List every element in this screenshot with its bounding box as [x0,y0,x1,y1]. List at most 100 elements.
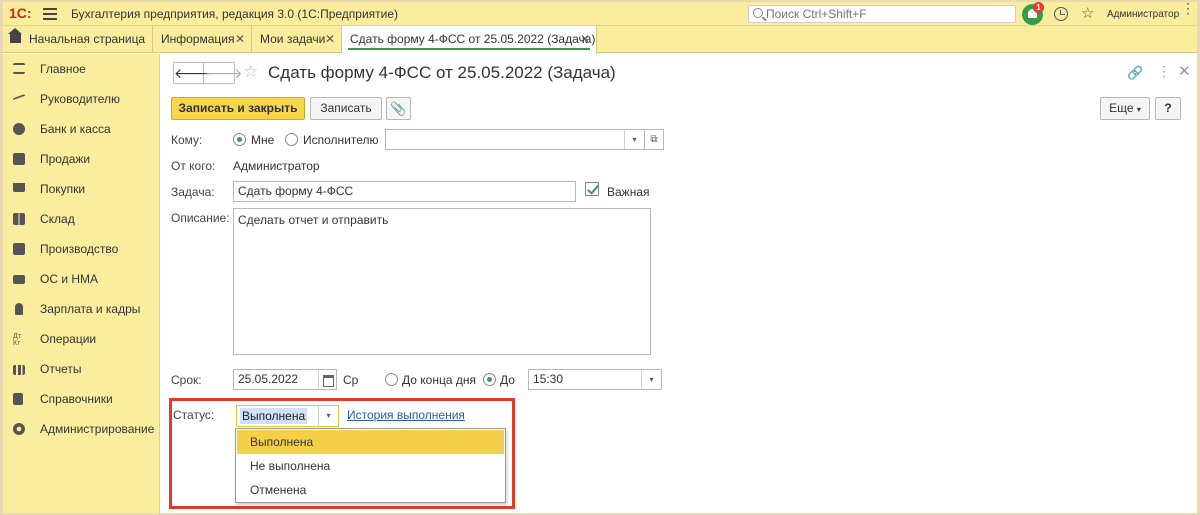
close-icon[interactable]: ✕ [235,26,245,53]
sidebar-item-production[interactable]: Производство [3,234,160,264]
komu-label: Кому: [171,133,203,147]
chevron-down-icon: ▾ [1136,105,1141,114]
radio-until[interactable] [483,373,496,386]
tab-info[interactable]: Информация ✕ [153,26,252,53]
sidebar-item-label: Отчеты [40,362,82,376]
current-user[interactable]: Администратор [1107,9,1179,20]
save-button[interactable]: Записать [310,97,382,120]
status-label: Статус: [173,408,215,422]
home-icon [8,28,22,43]
back-arrow-icon[interactable]: 🡐 [174,63,212,83]
zadacha-label: Задача: [171,185,215,199]
sidebar-item-manager[interactable]: Руководителю [3,84,160,114]
cart-icon [13,183,25,192]
main-menu-icon[interactable] [43,8,57,20]
srok-label: Срок: [171,373,202,387]
calendar-icon[interactable] [318,370,336,389]
radio-until-label: До [500,373,515,387]
sidebar-item-label: Склад [40,212,75,226]
sidebar-item-warehouse[interactable]: Склад [3,204,160,234]
form-title: Сдать форму 4-ФСС от 25.05.2022 (Задача) [268,63,616,82]
chevron-down-icon[interactable]: ▾ [318,406,338,426]
warehouse-icon [13,213,25,225]
ot-kogo-value: Администратор [233,159,320,173]
search-icon [753,8,763,18]
more-button-label: Еще [1109,101,1134,115]
due-date-field[interactable]: 25.05.2022 [233,369,337,390]
sidebar-item-bank[interactable]: Банк и касса [3,114,160,144]
radio-me-label: Мне [251,133,275,147]
sidebar-item-label: Администрирование [40,422,155,436]
tab-my-tasks[interactable]: Мои задачи ✕ [252,26,342,53]
favorites-star-icon[interactable]: ☆ [1081,4,1094,22]
logo-1c: 1С: [9,5,32,21]
more-vertical-icon[interactable]: ⋮ [1181,2,1195,15]
radio-executor[interactable] [285,133,298,146]
sidebar-item-label: Покупки [40,182,86,196]
help-button[interactable]: ? [1155,97,1181,120]
menu-icon [13,63,25,74]
status-option-not-done[interactable]: Не выполнена [237,454,504,478]
favorite-star-icon[interactable]: ☆ [243,62,258,82]
sidebar-item-assets[interactable]: ОС и НМА [3,264,160,294]
history-link[interactable]: История выполнения [347,408,465,422]
sidebar-item-label: Зарплата и кадры [40,302,141,316]
search-input[interactable] [766,6,1006,22]
due-date-value: 25.05.2022 [238,372,299,386]
sidebar-item-salary[interactable]: Зарплата и кадры [3,294,160,324]
sidebar-item-label: Главное [40,62,86,76]
sidebar-item-label: Руководителю [40,92,121,106]
more-button[interactable]: Еще ▾ [1100,97,1150,120]
executor-select[interactable]: ▾ [385,129,645,150]
sidebar-item-reports[interactable]: Отчеты [3,354,160,384]
sidebar-item-operations[interactable]: Дт Кт Операции [3,324,160,354]
important-checkbox[interactable] [585,182,599,196]
sidebar-item-label: Продажи [40,152,91,166]
status-select[interactable]: Выполнена ▾ [236,405,339,427]
attach-paperclip-icon[interactable]: 📎 [386,97,411,120]
more-vertical-icon[interactable]: ⋮ [1157,63,1171,80]
status-option-cancelled[interactable]: Отменена [237,478,504,502]
history-icon[interactable] [1054,7,1068,21]
sidebar: Главное Руководителю Банк и касса Продаж… [3,54,160,513]
person-icon [15,303,23,315]
search-box[interactable] [748,5,1016,23]
sidebar-item-label: Справочники [40,392,113,406]
sidebar-item-sales[interactable]: Продажи [3,144,160,174]
description-textarea[interactable]: Сделать отчет и отправить [233,208,651,355]
truck-icon [13,275,25,284]
radio-end-of-day[interactable] [385,373,398,386]
close-icon[interactable]: ✕ [580,26,590,53]
link-icon[interactable]: 🔗 [1127,65,1143,81]
bar-chart-icon [13,365,25,375]
forward-arrow-icon[interactable]: 🡒 [205,63,243,83]
close-icon[interactable]: ✕ [325,26,335,53]
sidebar-item-catalogs[interactable]: Справочники [3,384,160,414]
sidebar-item-label: Банк и касса [40,122,111,136]
status-option-done[interactable]: Выполнена [237,430,504,454]
radio-end-of-day-label: До конца дня [402,373,476,387]
due-time-value: 15:30 [533,372,564,386]
app-window: 1С: Бухгалтерия предприятия, редакция 3.… [3,2,1197,513]
app-title: Бухгалтерия предприятия, редакция 3.0 (1… [71,7,399,21]
ruble-icon [13,123,25,135]
tab-task-form[interactable]: Сдать форму 4-ФСС от 25.05.2022 (Задача)… [342,26,597,54]
radio-me[interactable] [233,133,246,146]
tab-label: Начальная страница [29,32,146,46]
sidebar-item-admin[interactable]: Администрирование [3,414,160,444]
chevron-down-icon[interactable]: ▾ [624,130,644,149]
title-bar: 1С: Бухгалтерия предприятия, редакция 3.… [3,2,1197,26]
due-time-field[interactable]: 15:30 ▾ [528,369,662,390]
tab-home[interactable]: Начальная страница [3,26,153,53]
task-name-field[interactable]: Сдать форму 4-ФСС [233,181,576,202]
notification-count-badge: 1 [1033,2,1044,13]
gear-icon [13,423,25,435]
save-and-close-button[interactable]: Записать и закрыть [171,97,305,120]
close-form-icon[interactable]: ✕ [1178,62,1191,80]
sidebar-item-main[interactable]: Главное [3,54,160,84]
important-label: Важная [607,185,650,199]
sidebar-item-purchases[interactable]: Покупки [3,174,160,204]
tab-label: Мои задачи [260,32,326,46]
open-executor-icon[interactable]: ⧉ [644,129,664,150]
chevron-down-icon[interactable]: ▾ [641,370,661,389]
